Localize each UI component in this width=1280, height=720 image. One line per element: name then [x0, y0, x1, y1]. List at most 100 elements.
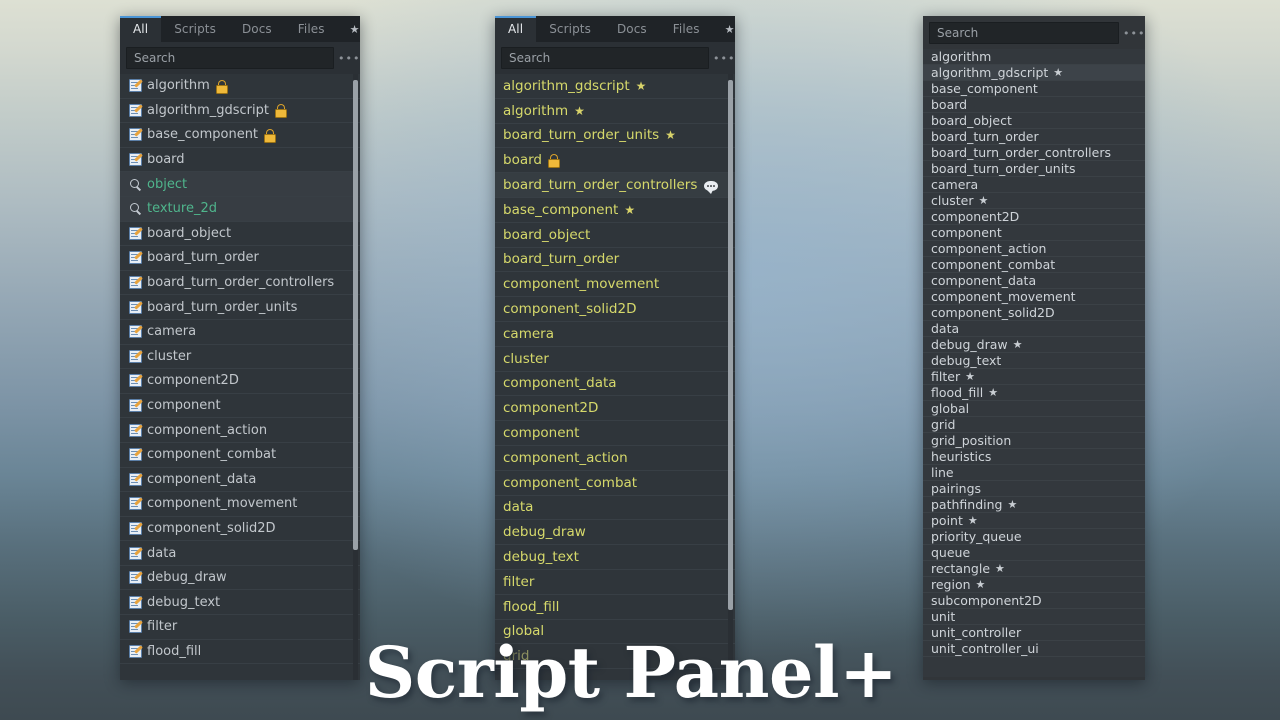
list-item[interactable]: debug_text: [923, 353, 1145, 369]
list-item[interactable]: algorithm: [120, 74, 360, 99]
list-item[interactable]: data: [923, 321, 1145, 337]
list-item[interactable]: point ★: [923, 513, 1145, 529]
list-item[interactable]: component_solid2D: [923, 305, 1145, 321]
list-item[interactable]: rectangle ★: [923, 561, 1145, 577]
list-item[interactable]: base_component: [120, 123, 360, 148]
list-item[interactable]: board_object: [495, 223, 735, 248]
list-item[interactable]: board: [495, 148, 735, 174]
search-input[interactable]: Search: [501, 47, 709, 69]
list-item[interactable]: board_turn_order: [923, 129, 1145, 145]
tab-[interactable]: ★: [713, 16, 735, 42]
list-item[interactable]: board_turn_order_controllers: [120, 271, 360, 296]
list-item[interactable]: global: [923, 401, 1145, 417]
list-item[interactable]: board_turn_order_units: [120, 295, 360, 320]
search-input[interactable]: Search: [929, 22, 1119, 44]
list-item[interactable]: component_action: [495, 446, 735, 471]
search-input[interactable]: Search: [126, 47, 334, 69]
list-item[interactable]: data: [120, 541, 360, 566]
panel1-scrollbar[interactable]: [353, 74, 358, 680]
list-item[interactable]: cluster ★: [923, 193, 1145, 209]
list-item[interactable]: pathfinding ★: [923, 497, 1145, 513]
list-item[interactable]: flood_fill: [495, 595, 735, 620]
list-item[interactable]: component2D: [120, 369, 360, 394]
panel2-scroll-thumb[interactable]: [728, 80, 733, 610]
tab-all[interactable]: All: [120, 16, 162, 42]
list-item[interactable]: base_component ★: [495, 198, 735, 223]
list-item[interactable]: board: [120, 148, 360, 173]
list-item[interactable]: component: [923, 225, 1145, 241]
list-item[interactable]: component: [120, 394, 360, 419]
list-item[interactable]: algorithm_gdscript ★: [495, 74, 735, 99]
list-item[interactable]: component_action: [120, 418, 360, 443]
list-item[interactable]: board_turn_order_units ★: [495, 124, 735, 149]
list-item[interactable]: camera: [923, 177, 1145, 193]
list-item[interactable]: component_movement: [923, 289, 1145, 305]
tab-files[interactable]: Files: [285, 16, 338, 42]
list-item[interactable]: pairings: [923, 481, 1145, 497]
tab-files[interactable]: Files: [660, 16, 713, 42]
list-item[interactable]: cluster: [120, 345, 360, 370]
list-item[interactable]: base_component: [923, 81, 1145, 97]
list-item[interactable]: board_turn_order: [120, 246, 360, 271]
list-item[interactable]: debug_text: [120, 590, 360, 616]
list-item[interactable]: subcomponent2D: [923, 593, 1145, 609]
list-item[interactable]: algorithm: [923, 49, 1145, 65]
list-item[interactable]: region ★: [923, 577, 1145, 593]
tab-docs[interactable]: Docs: [229, 16, 285, 42]
list-item[interactable]: board_object: [120, 222, 360, 247]
list-item[interactable]: data: [495, 496, 735, 521]
list-item[interactable]: component2D: [923, 209, 1145, 225]
list-item[interactable]: queue: [923, 545, 1145, 561]
list-item[interactable]: component_movement: [495, 272, 735, 298]
overflow-menu-icon[interactable]: •••: [338, 53, 359, 64]
list-item[interactable]: board: [923, 97, 1145, 113]
list-item[interactable]: heuristics: [923, 449, 1145, 465]
list-item[interactable]: component_combat: [495, 471, 735, 496]
panel1-scroll-thumb[interactable]: [353, 80, 358, 550]
overflow-menu-icon[interactable]: •••: [713, 53, 734, 64]
tab-all[interactable]: All: [495, 16, 537, 42]
overflow-menu-icon[interactable]: •••: [1123, 28, 1144, 39]
list-item[interactable]: camera: [120, 320, 360, 345]
list-item[interactable]: board_turn_order: [495, 248, 735, 273]
panel2-scrollbar[interactable]: [728, 74, 733, 680]
list-item[interactable]: component_solid2D: [120, 517, 360, 542]
list-item[interactable]: component_data: [120, 468, 360, 493]
list-item[interactable]: debug_text: [495, 545, 735, 570]
tab-[interactable]: ★: [338, 16, 360, 42]
list-item[interactable]: flood_fill ★: [923, 385, 1145, 401]
list-item[interactable]: board_turn_order_controllers: [495, 173, 735, 198]
list-item[interactable]: grid: [923, 417, 1145, 433]
list-item[interactable]: board_object: [923, 113, 1145, 129]
list-item[interactable]: algorithm ★: [495, 99, 735, 124]
list-item[interactable]: component_solid2D: [495, 297, 735, 322]
tab-scripts[interactable]: Scripts: [536, 16, 604, 42]
list-item[interactable]: board_turn_order_controllers: [923, 145, 1145, 161]
list-item[interactable]: filter ★: [923, 369, 1145, 385]
list-item[interactable]: algorithm_gdscript: [120, 99, 360, 124]
list-item[interactable]: component_combat: [120, 443, 360, 468]
list-item[interactable]: board_turn_order_units: [923, 161, 1145, 177]
list-item[interactable]: component_combat: [923, 257, 1145, 273]
tab-docs[interactable]: Docs: [604, 16, 660, 42]
list-item[interactable]: grid_position: [923, 433, 1145, 449]
list-item[interactable]: component_action: [923, 241, 1145, 257]
list-item[interactable]: debug_draw: [120, 566, 360, 591]
list-item[interactable]: component: [495, 421, 735, 446]
list-item[interactable]: unit: [923, 609, 1145, 625]
list-item[interactable]: component_data: [495, 372, 735, 397]
list-item[interactable]: component_data: [923, 273, 1145, 289]
list-item[interactable]: priority_queue: [923, 529, 1145, 545]
list-item[interactable]: component2D: [495, 396, 735, 422]
tab-scripts[interactable]: Scripts: [161, 16, 229, 42]
list-item[interactable]: filter: [495, 570, 735, 595]
list-item[interactable]: line: [923, 465, 1145, 481]
list-item[interactable]: object: [120, 172, 360, 197]
list-item[interactable]: debug_draw: [495, 520, 735, 546]
list-item[interactable]: debug_draw ★: [923, 337, 1145, 353]
list-item[interactable]: camera: [495, 322, 735, 347]
list-item[interactable]: cluster: [495, 347, 735, 372]
list-item[interactable]: component_movement: [120, 492, 360, 517]
list-item[interactable]: algorithm_gdscript ★: [923, 65, 1145, 81]
list-item[interactable]: texture_2d: [120, 196, 360, 222]
